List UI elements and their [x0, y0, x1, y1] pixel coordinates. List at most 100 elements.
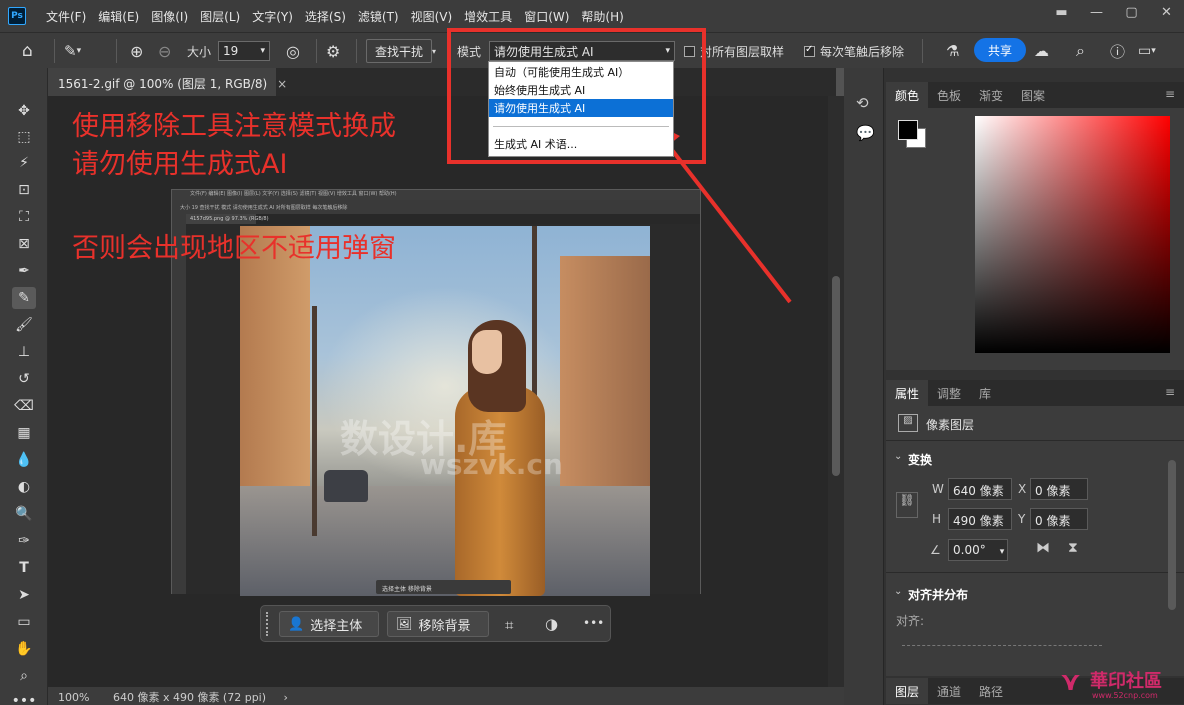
mode-option-auto[interactable]: 自动（可能使用生成式 AI）: [489, 63, 673, 81]
tab-libraries[interactable]: 库: [970, 380, 1000, 406]
panel-menu-icon[interactable]: ≡: [1156, 380, 1184, 406]
more-tools-icon[interactable]: •••: [12, 690, 37, 705]
restore-button[interactable]: ▢: [1114, 0, 1149, 24]
vertical-scrollbar[interactable]: [828, 96, 844, 687]
zoom-tool-icon[interactable]: ⌕: [12, 665, 36, 687]
width-input[interactable]: 640 像素: [948, 478, 1012, 500]
menu-file[interactable]: 文件(F): [40, 8, 92, 25]
zoom-level[interactable]: 100%: [58, 691, 89, 704]
share-button[interactable]: 共享: [974, 38, 1026, 62]
properties-scrollbar[interactable]: [1168, 460, 1176, 610]
drag-handle[interactable]: [266, 612, 270, 636]
menu-layer[interactable]: 图层(L): [194, 8, 246, 25]
angle-input[interactable]: 0.00° ▾: [948, 539, 1008, 561]
path-select-tool-icon[interactable]: ➤: [12, 584, 36, 606]
hand-tool-icon[interactable]: ✋: [12, 638, 36, 660]
logo-url: www.52cnp.com: [1092, 691, 1158, 700]
foreground-color-swatch[interactable]: [898, 120, 918, 140]
transform-icon[interactable]: ⌗: [505, 616, 513, 634]
stamp-tool-icon[interactable]: ⊥: [12, 341, 36, 363]
size-input[interactable]: 19 ▾: [218, 41, 270, 61]
frame-tool-icon[interactable]: ⊠: [12, 233, 36, 255]
tab-close-icon[interactable]: ×: [277, 77, 287, 91]
pressure-icon[interactable]: ◎: [286, 39, 300, 63]
more-options-icon[interactable]: •••: [583, 616, 604, 630]
flip-vertical-icon[interactable]: ⧗: [1068, 540, 1078, 556]
panel-menu-icon[interactable]: ≡: [1156, 82, 1184, 108]
select-subject-tool-icon[interactable]: ⊡: [12, 179, 36, 201]
transform-chevron-icon[interactable]: ⌄: [894, 451, 902, 462]
align-buttons-row[interactable]: [902, 638, 1102, 646]
flask-icon[interactable]: ⚗: [946, 39, 959, 63]
menu-window[interactable]: 窗口(W): [518, 8, 575, 25]
workspace-icon[interactable]: ▬: [1044, 0, 1079, 24]
type-tool-icon[interactable]: T: [12, 557, 36, 579]
gen-ai-terms-link[interactable]: 生成式 AI 术语...: [489, 135, 673, 153]
mode-option-never[interactable]: 请勿使用生成式 AI: [489, 99, 673, 117]
tab-color[interactable]: 颜色: [886, 82, 929, 108]
dodge-tool-icon[interactable]: ◐: [12, 476, 36, 498]
adjust-icon[interactable]: ◑: [545, 615, 558, 633]
mode-option-always[interactable]: 始终使用生成式 AI: [489, 81, 673, 99]
tab-gradients[interactable]: 渐变: [970, 82, 1012, 108]
menu-type[interactable]: 文字(Y): [246, 8, 299, 25]
menu-image[interactable]: 图像(I): [145, 8, 194, 25]
align-chevron-icon[interactable]: ⌄: [894, 586, 902, 597]
cloud-icon[interactable]: ☁: [1034, 39, 1049, 63]
close-button[interactable]: ✕: [1149, 0, 1184, 24]
document-tab[interactable]: 1561-2.gif @ 100% (图层 1, RGB/8) ×: [48, 68, 287, 96]
scrollbar-thumb[interactable]: [832, 276, 840, 476]
menu-help[interactable]: 帮助(H): [575, 8, 629, 25]
link-icon[interactable]: ⛓: [896, 492, 918, 518]
remove-after-stroke-checkbox[interactable]: 每次笔触后移除: [804, 39, 904, 63]
tab-channels[interactable]: 通道: [928, 678, 970, 704]
menu-view[interactable]: 视图(V): [405, 8, 459, 25]
status-arrow-icon[interactable]: ›: [284, 691, 288, 704]
move-tool-icon[interactable]: ✥: [12, 100, 36, 122]
eyedropper-tool-icon[interactable]: ✒: [12, 260, 36, 282]
add-brush-icon[interactable]: ⊕: [130, 39, 143, 63]
zoom-dodge-icon[interactable]: 🔍: [12, 503, 36, 525]
help-icon[interactable]: ⓘ: [1110, 39, 1125, 63]
minimize-button[interactable]: —: [1079, 0, 1114, 24]
subtract-brush-icon[interactable]: ⊖: [158, 39, 171, 63]
menu-filter[interactable]: 滤镜(T): [352, 8, 405, 25]
eraser-tool-icon[interactable]: ⌫: [12, 395, 36, 417]
tab-swatches[interactable]: 色板: [928, 82, 970, 108]
chevron-down-icon[interactable]: ▾: [432, 39, 436, 63]
crop-tool-icon[interactable]: ⛶: [12, 206, 36, 228]
remove-tool-icon[interactable]: ✎ ▾: [64, 39, 81, 63]
properties-panel-body: ▨ 像素图层 ⌄ 变换 ⛓ W 640 像素 X 0 像素 H 490 像素 Y…: [886, 406, 1184, 676]
tab-patterns[interactable]: 图案: [1012, 82, 1054, 108]
rectangle-tool-icon[interactable]: ▭: [12, 611, 36, 633]
height-input[interactable]: 490 像素: [948, 508, 1012, 530]
object-select-tool-icon[interactable]: ⚡: [12, 152, 36, 174]
y-input[interactable]: 0 像素: [1030, 508, 1088, 530]
history-panel-icon[interactable]: ⟲: [856, 94, 869, 112]
comments-panel-icon[interactable]: 💬: [856, 124, 875, 142]
menu-plugins[interactable]: 增效工具: [458, 8, 518, 25]
color-field[interactable]: [975, 116, 1170, 353]
workspace-switcher-icon[interactable]: ▭ ▾: [1138, 39, 1156, 63]
find-distractions-button[interactable]: 查找干扰: [366, 39, 433, 63]
menu-edit[interactable]: 编辑(E): [92, 8, 145, 25]
x-input[interactable]: 0 像素: [1030, 478, 1088, 500]
tab-adjustments[interactable]: 调整: [928, 380, 970, 406]
remove-tool-active-icon[interactable]: ✎: [12, 287, 36, 309]
menu-select[interactable]: 选择(S): [299, 8, 352, 25]
flip-horizontal-icon[interactable]: ⧓: [1036, 540, 1050, 556]
brush-tool-icon[interactable]: 🖌: [12, 314, 36, 336]
tab-layers[interactable]: 图层: [886, 678, 929, 704]
history-brush-icon[interactable]: ↺: [12, 368, 36, 390]
tab-properties[interactable]: 属性: [886, 380, 929, 406]
marquee-tool-icon[interactable]: ⬚: [12, 126, 36, 148]
gear-icon[interactable]: ⚙: [326, 39, 340, 63]
gradient-tool-icon[interactable]: ▦: [12, 422, 36, 444]
home-icon[interactable]: ⌂: [22, 39, 33, 63]
tab-paths[interactable]: 路径: [970, 678, 1012, 704]
remove-background-button[interactable]: 🖼 移除背景: [387, 611, 489, 637]
pen-tool-icon[interactable]: ✑: [12, 530, 36, 552]
blur-tool-icon[interactable]: 💧: [12, 449, 36, 471]
select-subject-button[interactable]: 👤 选择主体: [279, 611, 379, 637]
search-icon[interactable]: ⌕: [1076, 39, 1085, 63]
